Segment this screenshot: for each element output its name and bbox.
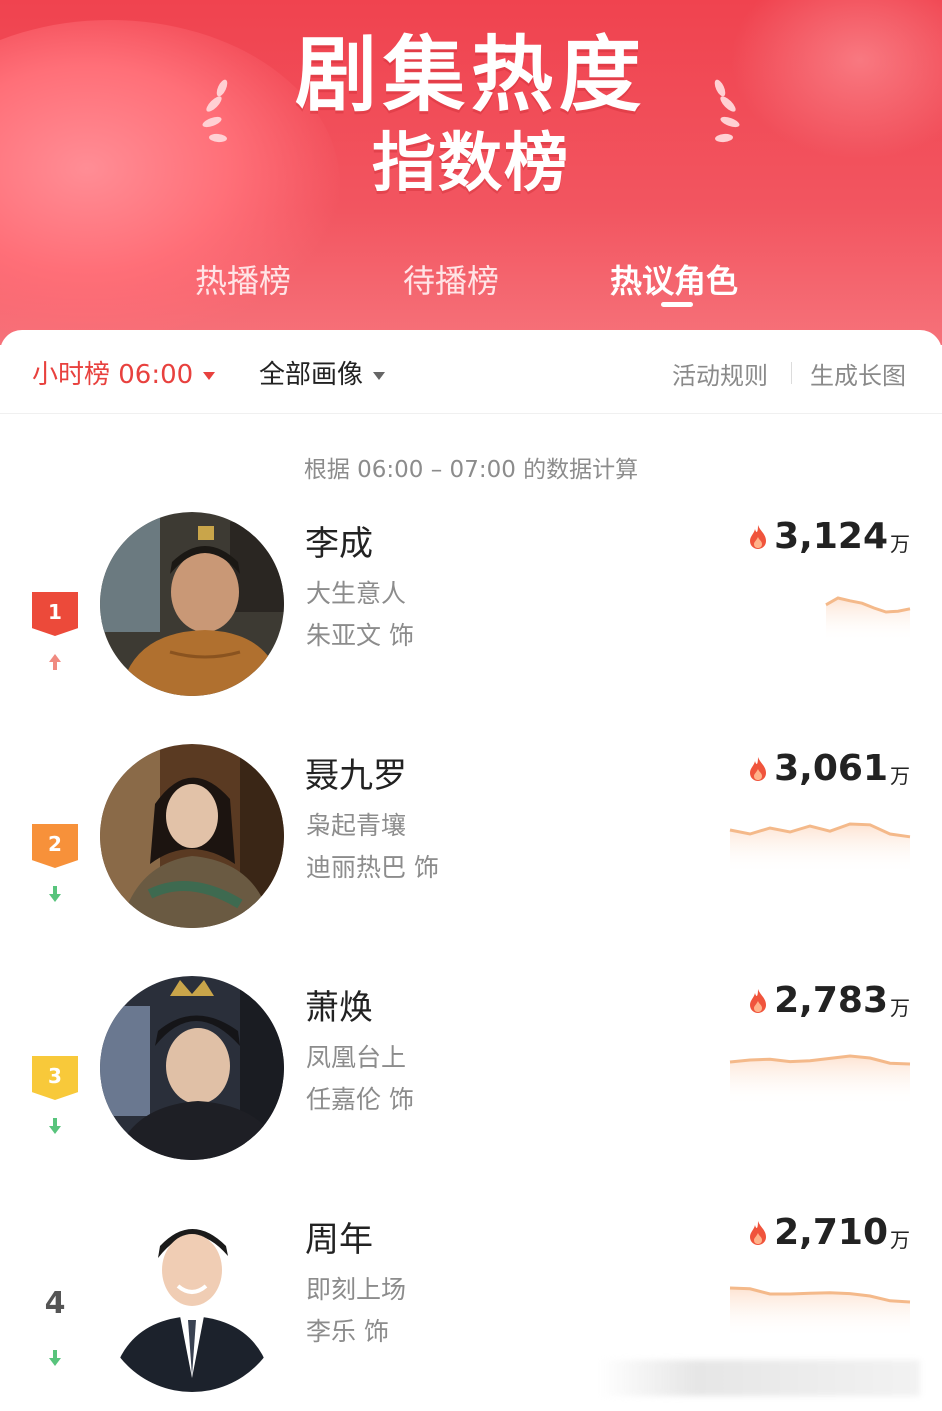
heat-unit: 万 [890,764,910,788]
sparkline-area [730,1056,910,1106]
active-tab-indicator [661,302,693,307]
heat-unit: 万 [890,532,910,556]
trend-down-icon [49,1350,61,1366]
character-name: 聂九罗 [305,756,407,796]
character-name: 萧焕 [305,988,373,1028]
actor-name: 迪丽热巴 饰 [306,853,439,882]
drama-title: 大生意人 [306,579,407,608]
caret-down-icon [373,371,386,380]
actor-name: 任嘉伦 饰 [306,1085,414,1114]
heat-trend-sparkline [729,1286,911,1338]
page-title: 剧集热度 [294,28,647,123]
character-name: 李成 [305,524,373,564]
heat-unit: 万 [890,1228,910,1252]
heat-unit: 万 [890,996,910,1020]
avatar[interactable] [100,976,284,1160]
heat-value: 2,710 万 [748,1212,910,1256]
heat-number: 3,061 [774,748,888,789]
heat-number: 3,124 [774,516,888,557]
ranking-row[interactable]: 1 李成 大生意人 朱亚文 饰 3,124 万 [0,512,942,744]
tab-upcoming[interactable]: 待播榜 [403,256,499,302]
heat-trend-sparkline [825,596,911,642]
rules-link[interactable]: 活动规则 [672,356,768,391]
filter-bar: 小时榜 06:00 全部画像 活动规则 生成长图 [0,330,942,414]
rank-badge: 3 [32,1056,78,1100]
header-banner: 剧集热度 指数榜 热播榜 待播榜 热议角色 [0,0,942,345]
time-filter-dropdown[interactable]: 小时榜 06:00 [32,354,216,391]
page-subtitle: 指数榜 [372,127,570,201]
divider [791,362,792,384]
calculation-note: 根据 06:00 – 07:00 的数据计算 [303,457,639,483]
heat-value: 3,124 万 [748,516,910,560]
drama-title: 凤凰台上 [306,1043,407,1072]
generate-long-image-link[interactable]: 生成长图 [810,356,906,391]
trend-down-icon [49,886,61,902]
rank-badge: 2 [32,824,78,868]
heat-trend-sparkline [729,822,911,874]
rank-badge: 1 [32,592,78,636]
caret-down-icon [203,371,216,380]
flame-icon [750,1220,767,1245]
portrait-filter-label: 全部画像 [259,360,364,390]
sparkline-area [730,1288,910,1338]
rank-number: 4 [44,1286,66,1321]
heat-value: 3,061 万 [748,748,910,792]
avatar[interactable] [100,1208,284,1392]
heat-value: 2,783 万 [748,980,910,1024]
actor-name: 李乐 饰 [306,1317,389,1346]
watermark-blur [600,1360,920,1396]
trend-down-icon [49,1118,61,1134]
flame-icon [750,524,767,549]
actor-name: 朱亚文 饰 [306,621,414,650]
avatar[interactable] [100,512,284,696]
character-name: 周年 [305,1220,373,1260]
flame-icon [750,988,767,1013]
drama-title: 枭起青壤 [306,811,407,840]
ranking-row[interactable]: 2 聂九罗 枭起青壤 迪丽热巴 饰 3,061 万 [0,744,942,976]
trend-up-icon [49,654,61,670]
ranking-row[interactable]: 3 萧焕 凤凰台上 任嘉伦 饰 2,783 万 [0,976,942,1208]
tab-hot-characters[interactable]: 热议角色 [610,256,738,302]
flame-icon [750,756,767,781]
avatar[interactable] [100,744,284,928]
tab-hot-playing[interactable]: 热播榜 [195,256,291,302]
drama-title: 即刻上场 [306,1275,407,1304]
heat-trend-sparkline [729,1054,911,1106]
time-filter-label: 小时榜 06:00 [32,360,194,390]
heat-number: 2,710 [774,1212,888,1253]
heat-number: 2,783 [774,980,888,1021]
portrait-filter-dropdown[interactable]: 全部画像 [259,354,386,391]
